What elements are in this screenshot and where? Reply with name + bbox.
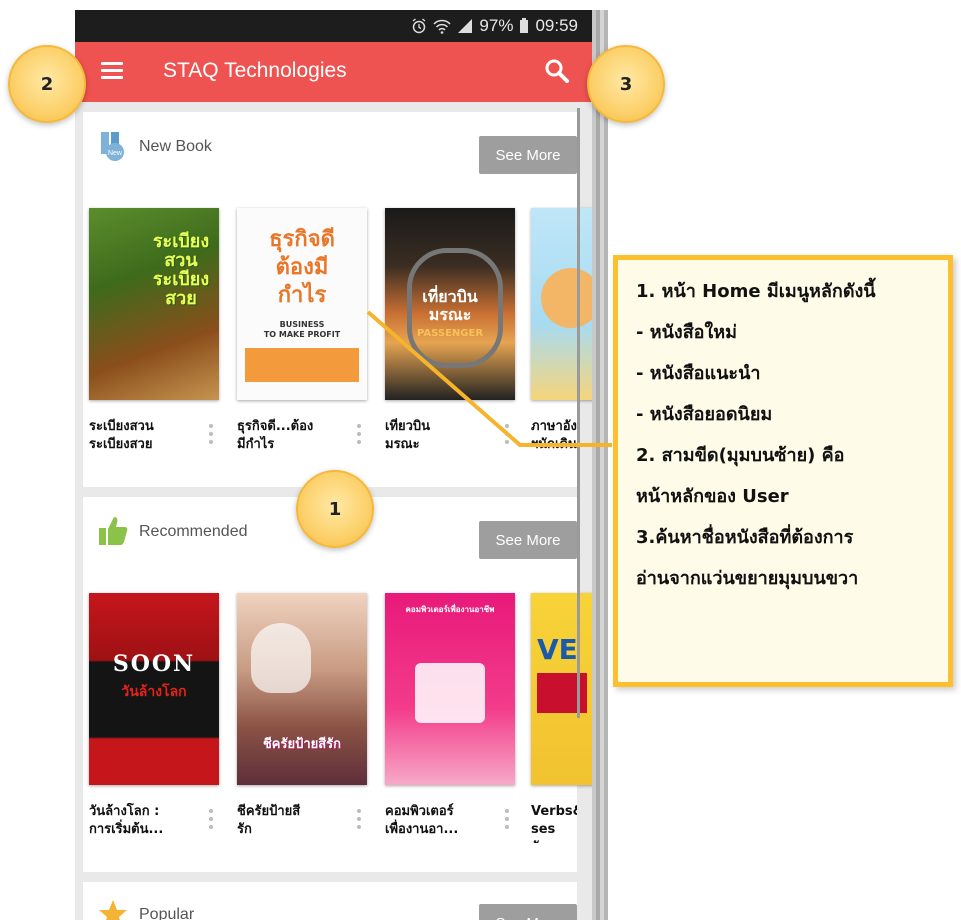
- section-new-book: New New Book See More ระเบียง สวน ระเบีย…: [83, 112, 592, 487]
- note-line: อ่านจากแว่นขยายมุมบนขวา: [636, 568, 859, 589]
- book-item[interactable]: ภาษาอัง ฯนักเดินท: [531, 208, 592, 468]
- cover-title: คอมพิวเตอร์เพื่องานอาชีพ: [405, 605, 495, 614]
- section-title: Popular: [139, 906, 195, 920]
- book-caption: เที่ยวบิน มรณะ: [385, 419, 431, 452]
- book-caption: ภาษาอัง ฯนักเดินท: [531, 419, 577, 458]
- more-options-icon[interactable]: [357, 424, 363, 448]
- cover-title: ธุรกิจดี ต้องมี กำไร: [269, 227, 335, 308]
- cover-subtitle: PASSENGER: [416, 328, 484, 339]
- more-options-icon[interactable]: [505, 424, 511, 448]
- book-cover: [531, 208, 592, 400]
- cover-subtitle: วันล้างโลก: [121, 684, 187, 700]
- alarm-icon: [413, 18, 426, 34]
- cover-subtitle: BUSINESS TO MAKE PROFIT: [263, 320, 341, 339]
- book-caption: ธุรกิจดี...ต้อง มีกำไร: [237, 419, 314, 452]
- section-recommended: Recommended See More SOON วันล้างโลก วัน…: [83, 497, 592, 872]
- book-cover: ระเบียง สวน ระเบียง สวย: [89, 208, 219, 400]
- hamburger-icon[interactable]: [101, 62, 123, 80]
- book-item[interactable]: ชีครัยป้ายสีรัก ชีครัยป้ายสี รัก: [237, 593, 377, 853]
- book-item[interactable]: ระเบียง สวน ระเบียง สวย ระเบียงสวน ระเบี…: [89, 208, 229, 468]
- see-more-button[interactable]: See More: [479, 904, 577, 920]
- book-caption: ระเบียงสวน ระเบียงสวย: [89, 419, 154, 452]
- note-line: 2. สามขีด(มุมบนซ้าย) คือ: [636, 445, 845, 466]
- clock: 09:59: [535, 16, 578, 35]
- thumbs-up-icon: [99, 517, 128, 545]
- see-more-button[interactable]: See More: [479, 521, 577, 559]
- cover-title: VE: [537, 633, 578, 666]
- note-line: 3.ค้นหาชื่อหนังสือที่ต้องการ: [636, 527, 854, 548]
- note-line: - หนังสือแนะนำ: [636, 363, 761, 384]
- book-caption: วันล้างโลก : การเริ่มต้น...: [89, 804, 164, 837]
- cover-title: SOON: [112, 651, 196, 677]
- callout-3: 3: [587, 45, 665, 123]
- book-item[interactable]: ธุรกิจดี ต้องมี กำไร BUSINESS TO MAKE PR…: [237, 208, 377, 468]
- app-bar: STAQ Technologies: [75, 42, 592, 102]
- section-title: New Book: [139, 138, 212, 155]
- cover-title: ชีครัยป้ายสีรัก: [262, 737, 342, 752]
- section-title: Recommended: [139, 523, 248, 540]
- book-cover: เที่ยวบิน มรณะ PASSENGER: [385, 208, 515, 400]
- book-cover: VE: [531, 593, 592, 785]
- status-bar: 97% 09:59: [75, 10, 592, 42]
- book-item[interactable]: VE Verbs& ses อังก: [531, 593, 592, 853]
- battery-icon: [520, 18, 529, 33]
- book-caption: Verbs& ses อังก: [531, 804, 577, 843]
- note-line: - หนังสือยอดนิยม: [636, 404, 773, 425]
- book-caption: คอมพิวเตอร์ เพื่องานอา...: [385, 804, 459, 837]
- more-options-icon[interactable]: [209, 424, 215, 448]
- phone-screen: 97% 09:59 STAQ Technologies New New Book…: [75, 10, 592, 920]
- book-cover: SOON วันล้างโลก: [89, 593, 219, 785]
- star-icon: [99, 900, 127, 920]
- book-item[interactable]: เที่ยวบิน มรณะ PASSENGER เที่ยวบิน มรณะ: [385, 208, 525, 468]
- annotation-note: 1. หน้า Home มีเมนูหลักดังนี้ - หนังสือใ…: [613, 255, 953, 687]
- scrollbar[interactable]: [577, 108, 580, 718]
- cover-title: เที่ยวบิน มรณะ: [422, 287, 478, 324]
- book-list: ระเบียง สวน ระเบียง สวย ระเบียงสวน ระเบี…: [83, 208, 592, 468]
- more-options-icon[interactable]: [357, 809, 363, 833]
- battery-percent: 97%: [479, 16, 514, 35]
- see-more-button[interactable]: See More: [479, 136, 577, 174]
- more-options-icon[interactable]: [209, 809, 215, 833]
- note-line: 1. หน้า Home มีเมนูหลักดังนี้: [636, 281, 876, 302]
- callout-2: 2: [8, 45, 86, 123]
- note-line: - หนังสือใหม่: [636, 322, 738, 343]
- book-caption: ชีครัยป้ายสี รัก: [237, 804, 301, 837]
- book-list: SOON วันล้างโลก วันล้างโลก : การเริ่มต้น…: [83, 593, 592, 853]
- wifi-icon: [433, 19, 451, 34]
- book-cover: ธุรกิจดี ต้องมี กำไร BUSINESS TO MAKE PR…: [237, 208, 367, 400]
- signal-icon: [458, 19, 473, 33]
- section-popular: Popular See More: [83, 882, 577, 920]
- new-book-icon: New: [101, 132, 124, 161]
- book-cover: ชีครัยป้ายสีรัก: [237, 593, 367, 785]
- book-item[interactable]: SOON วันล้างโลก วันล้างโลก : การเริ่มต้น…: [89, 593, 229, 853]
- note-line: หน้าหลักของ User: [636, 486, 789, 507]
- search-icon[interactable]: [544, 58, 570, 84]
- callout-1: 1: [296, 470, 374, 548]
- app-title: STAQ Technologies: [163, 59, 347, 82]
- cover-title: ระเบียง สวน ระเบียง สวย: [152, 231, 210, 309]
- book-item[interactable]: คอมพิวเตอร์เพื่องานอาชีพ คอมพิวเตอร์ เพื…: [385, 593, 525, 853]
- section-header: New New Book See More: [83, 112, 577, 182]
- book-cover: คอมพิวเตอร์เพื่องานอาชีพ: [385, 593, 515, 785]
- svg-text:New: New: [108, 150, 123, 157]
- more-options-icon[interactable]: [505, 809, 511, 833]
